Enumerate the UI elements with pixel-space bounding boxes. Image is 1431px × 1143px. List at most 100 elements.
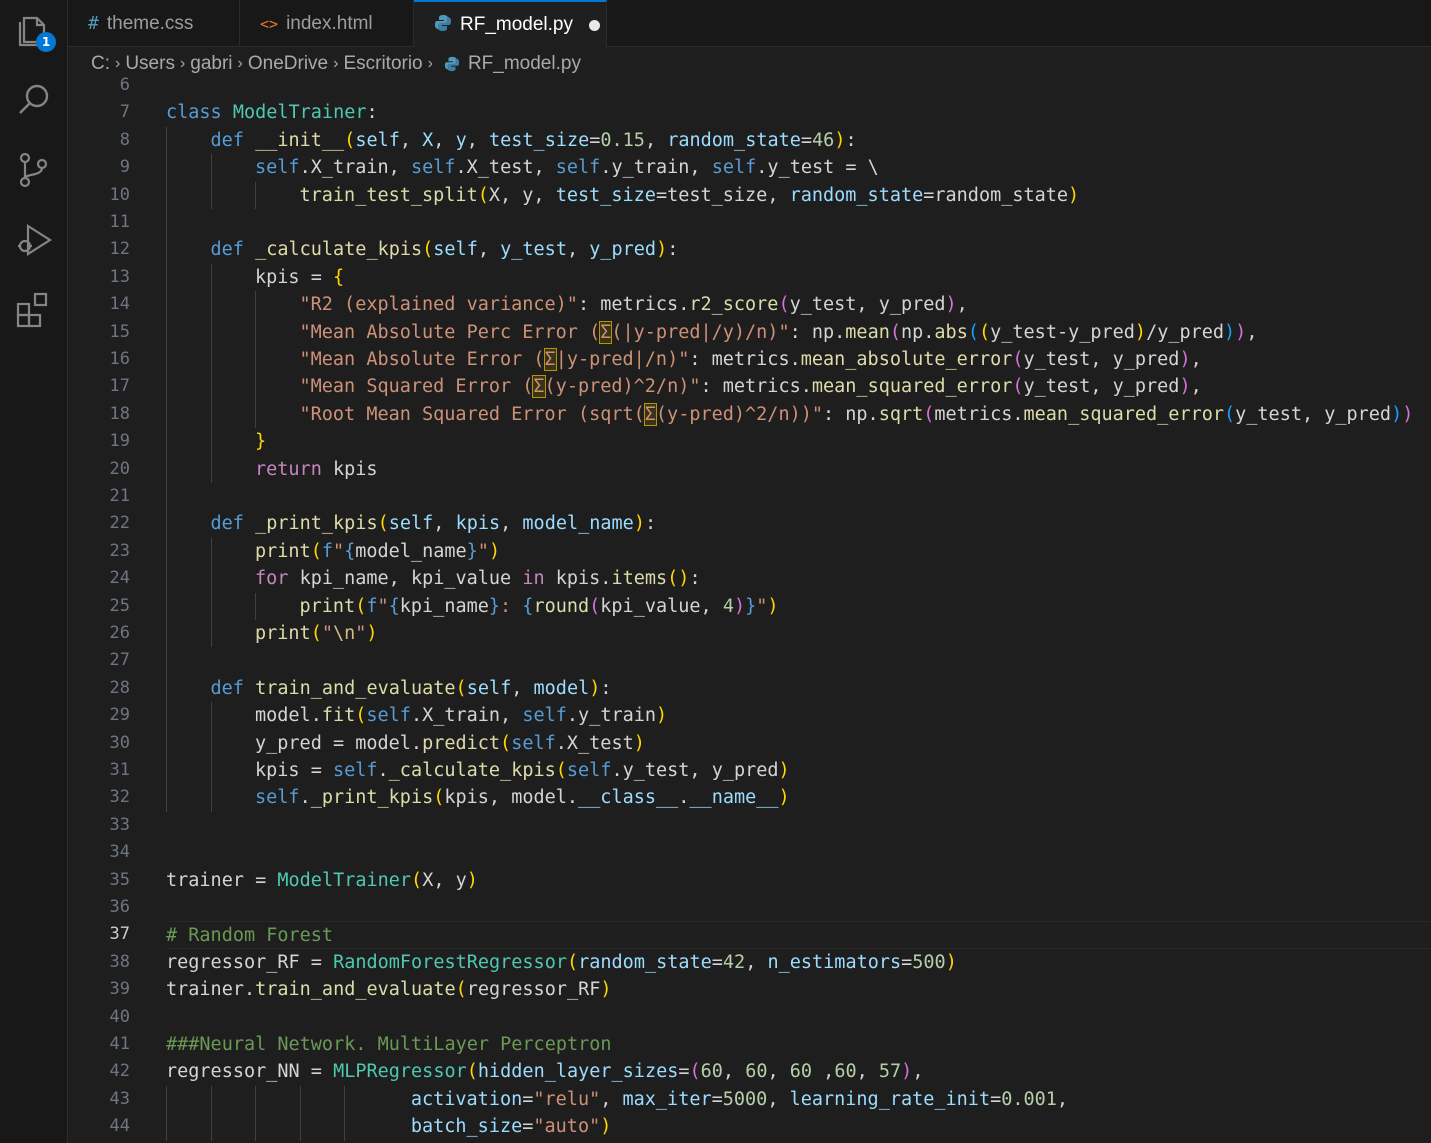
- indent-guide: [210, 784, 212, 812]
- code-line[interactable]: "Root Mean Squared Error (sqrt(Σ(y-pred)…: [166, 400, 1431, 429]
- code-line[interactable]: def _calculate_kpis(self, y_test, y_pred…: [166, 236, 1431, 264]
- code-line[interactable]: [166, 483, 1431, 511]
- code-token: ): [834, 129, 846, 151]
- code-token: ): [1391, 403, 1403, 425]
- code-token: ): [633, 513, 645, 535]
- indent-guide: [166, 784, 167, 812]
- code-line[interactable]: trainer.train_and_evaluate(regressor_RF): [166, 976, 1431, 1003]
- code-line[interactable]: def train_and_evaluate(self, model):: [166, 674, 1431, 703]
- code-line[interactable]: ###Neural Network. MultiLayer Perceptron: [166, 1031, 1431, 1058]
- code-line[interactable]: [166, 839, 1431, 866]
- run-and-debug-icon[interactable]: [14, 220, 54, 260]
- code-line[interactable]: regressor_NN = MLPRegressor(hidden_layer…: [166, 1058, 1431, 1085]
- code-token: ,: [477, 239, 501, 261]
- indent-guide: [166, 455, 167, 483]
- code-token: ): [1134, 321, 1147, 343]
- code-token: def: [210, 239, 256, 261]
- code-line[interactable]: regressor_RF = RandomForestRegressor(ran…: [166, 949, 1431, 976]
- line-number: 37: [109, 924, 130, 945]
- code-token: .: [678, 787, 690, 809]
- indent-guide: [166, 263, 167, 292]
- code-token: (: [778, 294, 790, 316]
- indent-guide: [255, 373, 256, 401]
- code-text: print(f"{kpi_name}: {round(kpi_value, 4)…: [300, 593, 779, 620]
- code-line[interactable]: trainer = ModelTrainer(X, y): [166, 867, 1431, 894]
- explorer-icon[interactable]: 1: [14, 10, 56, 52]
- code-line[interactable]: return kpis: [166, 455, 1431, 483]
- search-icon[interactable]: [14, 80, 54, 120]
- code-token: 42: [722, 951, 746, 973]
- code-token: 60: [789, 1061, 813, 1083]
- code-line[interactable]: def __init__(self, X, y, test_size=0.15,…: [166, 126, 1431, 155]
- code-line[interactable]: for kpi_name, kpi_value in kpis.items():: [166, 565, 1431, 593]
- code-token: : np.: [789, 321, 846, 343]
- code-line[interactable]: activation="relu", max_iter=5000, learni…: [166, 1085, 1431, 1114]
- code-token: ): [488, 540, 501, 562]
- line-number: 21: [109, 486, 130, 506]
- indent-guide: [210, 1113, 212, 1141]
- code-line[interactable]: self.X_train, self.X_test, self.y_train,…: [166, 154, 1431, 182]
- code-token: np.: [901, 321, 935, 343]
- code-line[interactable]: def _print_kpis(self, kpis, model_name):: [166, 510, 1431, 538]
- code-line[interactable]: "R2 (explained variance)": metrics.r2_sc…: [166, 291, 1431, 319]
- line-number: 27: [109, 650, 130, 671]
- code-token: ModelTrainer: [232, 102, 367, 124]
- code-token: ,: [600, 1088, 623, 1110]
- code-line[interactable]: # Random Forest: [166, 921, 1431, 949]
- code-line[interactable]: class ModelTrainer:: [166, 99, 1431, 126]
- code-line[interactable]: [166, 1004, 1431, 1031]
- code-line[interactable]: kpis = {: [166, 263, 1431, 292]
- code-line[interactable]: [166, 812, 1431, 839]
- code-line[interactable]: kpis = self._calculate_kpis(self.y_test,…: [166, 757, 1431, 785]
- code-token: ,: [500, 513, 523, 535]
- code-text: "R2 (explained variance)": metrics.r2_sc…: [300, 291, 968, 318]
- code-token: =: [678, 1061, 690, 1083]
- code-line[interactable]: print(f"{model_name}"): [166, 537, 1431, 566]
- code-line[interactable]: [166, 894, 1431, 921]
- unsaved-dot-icon[interactable]: [589, 19, 600, 31]
- code-line[interactable]: [166, 647, 1431, 675]
- source-control-icon[interactable]: [14, 150, 54, 190]
- line-number: 16: [109, 349, 130, 369]
- code-token: ,: [745, 951, 768, 973]
- tab-rf-model-py[interactable]: RF_model.py: [414, 0, 607, 48]
- indent-guide: [210, 537, 212, 566]
- tab-index-html[interactable]: <> index.html: [240, 0, 414, 47]
- code-line[interactable]: "Mean Squared Error (Σ(y-pred)^2/n)": me…: [166, 373, 1431, 401]
- code-token: round: [533, 595, 590, 617]
- code-token: ): [1068, 184, 1080, 206]
- tab-label: index.html: [286, 12, 373, 34]
- code-token: _print_kpis: [255, 513, 378, 535]
- tab-theme-css[interactable]: # theme.css: [68, 0, 240, 47]
- indent-guide: [210, 592, 212, 620]
- extensions-icon[interactable]: [14, 290, 54, 330]
- code-line[interactable]: y_pred = model.predict(self.X_test): [166, 729, 1431, 757]
- code-token: ): [767, 595, 779, 617]
- indent-guide: [166, 126, 167, 155]
- code-token: =: [990, 1088, 1002, 1110]
- code-line[interactable]: train_test_split(X, y, test_size=test_si…: [166, 181, 1431, 209]
- code-editor[interactable]: 6 7 8 9 10 11 12 13 14 15 16 17 18 19 20 21 22 23 24 25 26 27…: [68, 72, 1431, 1143]
- code-line[interactable]: self._print_kpis(kpis, model.__class__._…: [166, 784, 1431, 812]
- code-token: :: [600, 677, 612, 699]
- code-token: 0.001: [1001, 1088, 1057, 1110]
- line-number: 9: [119, 157, 130, 178]
- code-line[interactable]: }: [166, 428, 1431, 456]
- code-token: (: [377, 513, 389, 535]
- code-line[interactable]: [166, 72, 1431, 99]
- code-line[interactable]: model.fit(self.X_train, self.y_train): [166, 702, 1431, 730]
- code-line[interactable]: print("\n"): [166, 620, 1431, 648]
- code-line[interactable]: batch_size="auto"): [166, 1113, 1431, 1141]
- code-line[interactable]: print(f"{kpi_name}: {round(kpi_value, 4)…: [166, 592, 1431, 620]
- code-token: ,: [433, 513, 456, 535]
- code-token: ): [466, 869, 478, 891]
- code-line[interactable]: [166, 209, 1431, 237]
- code-line[interactable]: "Mean Absolute Error (Σ|y-pred|/n)": met…: [166, 346, 1431, 374]
- code-text: # Random Forest: [166, 922, 333, 949]
- code-token: (: [433, 787, 445, 809]
- code-line[interactable]: "Mean Absolute Perc Error (Σ(|y-pred|/y)…: [166, 318, 1431, 346]
- code-token: _print_kpis: [310, 787, 434, 809]
- code-token: self: [511, 732, 556, 754]
- indent-guide: [299, 1085, 301, 1114]
- code-text: self.X_train, self.X_test, self.y_train,…: [255, 154, 879, 181]
